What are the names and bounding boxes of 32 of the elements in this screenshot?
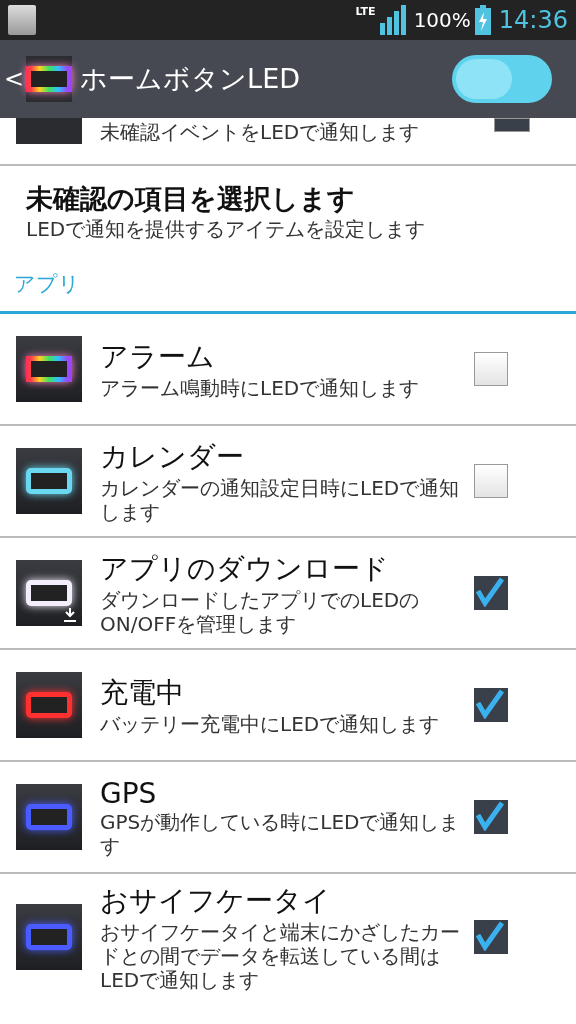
checkbox[interactable] <box>474 800 508 834</box>
checkbox[interactable] <box>474 576 508 610</box>
checkbox[interactable] <box>494 118 530 132</box>
item-title: 未確認の項目を選択します <box>26 182 356 216</box>
item-title: GPS <box>100 776 158 810</box>
toggle-switch[interactable] <box>452 55 552 103</box>
checkbox[interactable] <box>474 352 508 386</box>
app-notification-icon <box>8 5 36 35</box>
clock: 14:36 <box>498 6 568 34</box>
item-title: アプリのダウンロード <box>100 551 390 587</box>
item-summary: 未確認イベントをLEDで通知します <box>100 120 420 144</box>
item-summary: バッテリー充電中にLEDで通知します <box>100 712 441 736</box>
battery-charging-icon <box>474 5 491 35</box>
checkbox[interactable] <box>474 920 508 954</box>
item-summary: LEDで通知を提供するアイテムを設定します <box>26 217 427 241</box>
section-header: アプリ <box>0 256 576 314</box>
checkbox[interactable] <box>474 688 508 722</box>
screen-title: ホームボタンLED <box>80 62 301 96</box>
back-button[interactable]: < <box>4 65 25 93</box>
battery-percent: 100% <box>413 8 471 32</box>
item-summary: GPSが動作している時にLEDで通知します <box>100 809 461 858</box>
item-title: カレンダー <box>100 439 245 475</box>
network-type: LTE <box>355 5 376 18</box>
item-summary: ダウンロードしたアプリでのLEDのON/OFFを管理します <box>100 588 421 636</box>
item-title: おサイフケータイ <box>100 883 332 919</box>
item-summary: アラーム鳴動時にLEDで通知します <box>100 376 421 400</box>
item-summary: カレンダーの通知設定日時にLEDで通知します <box>100 476 461 524</box>
item-title: 充電中 <box>100 675 185 711</box>
select-items-row[interactable]: 未確認の項目を選択します LEDで通知を提供するアイテムを設定します <box>0 166 576 256</box>
checkbox[interactable] <box>474 464 508 498</box>
item-title: アラーム <box>100 339 216 375</box>
item-summary: おサイフケータイと端末にかざしたカードとの間でデータを転送している間はLEDで通知します <box>100 920 461 992</box>
